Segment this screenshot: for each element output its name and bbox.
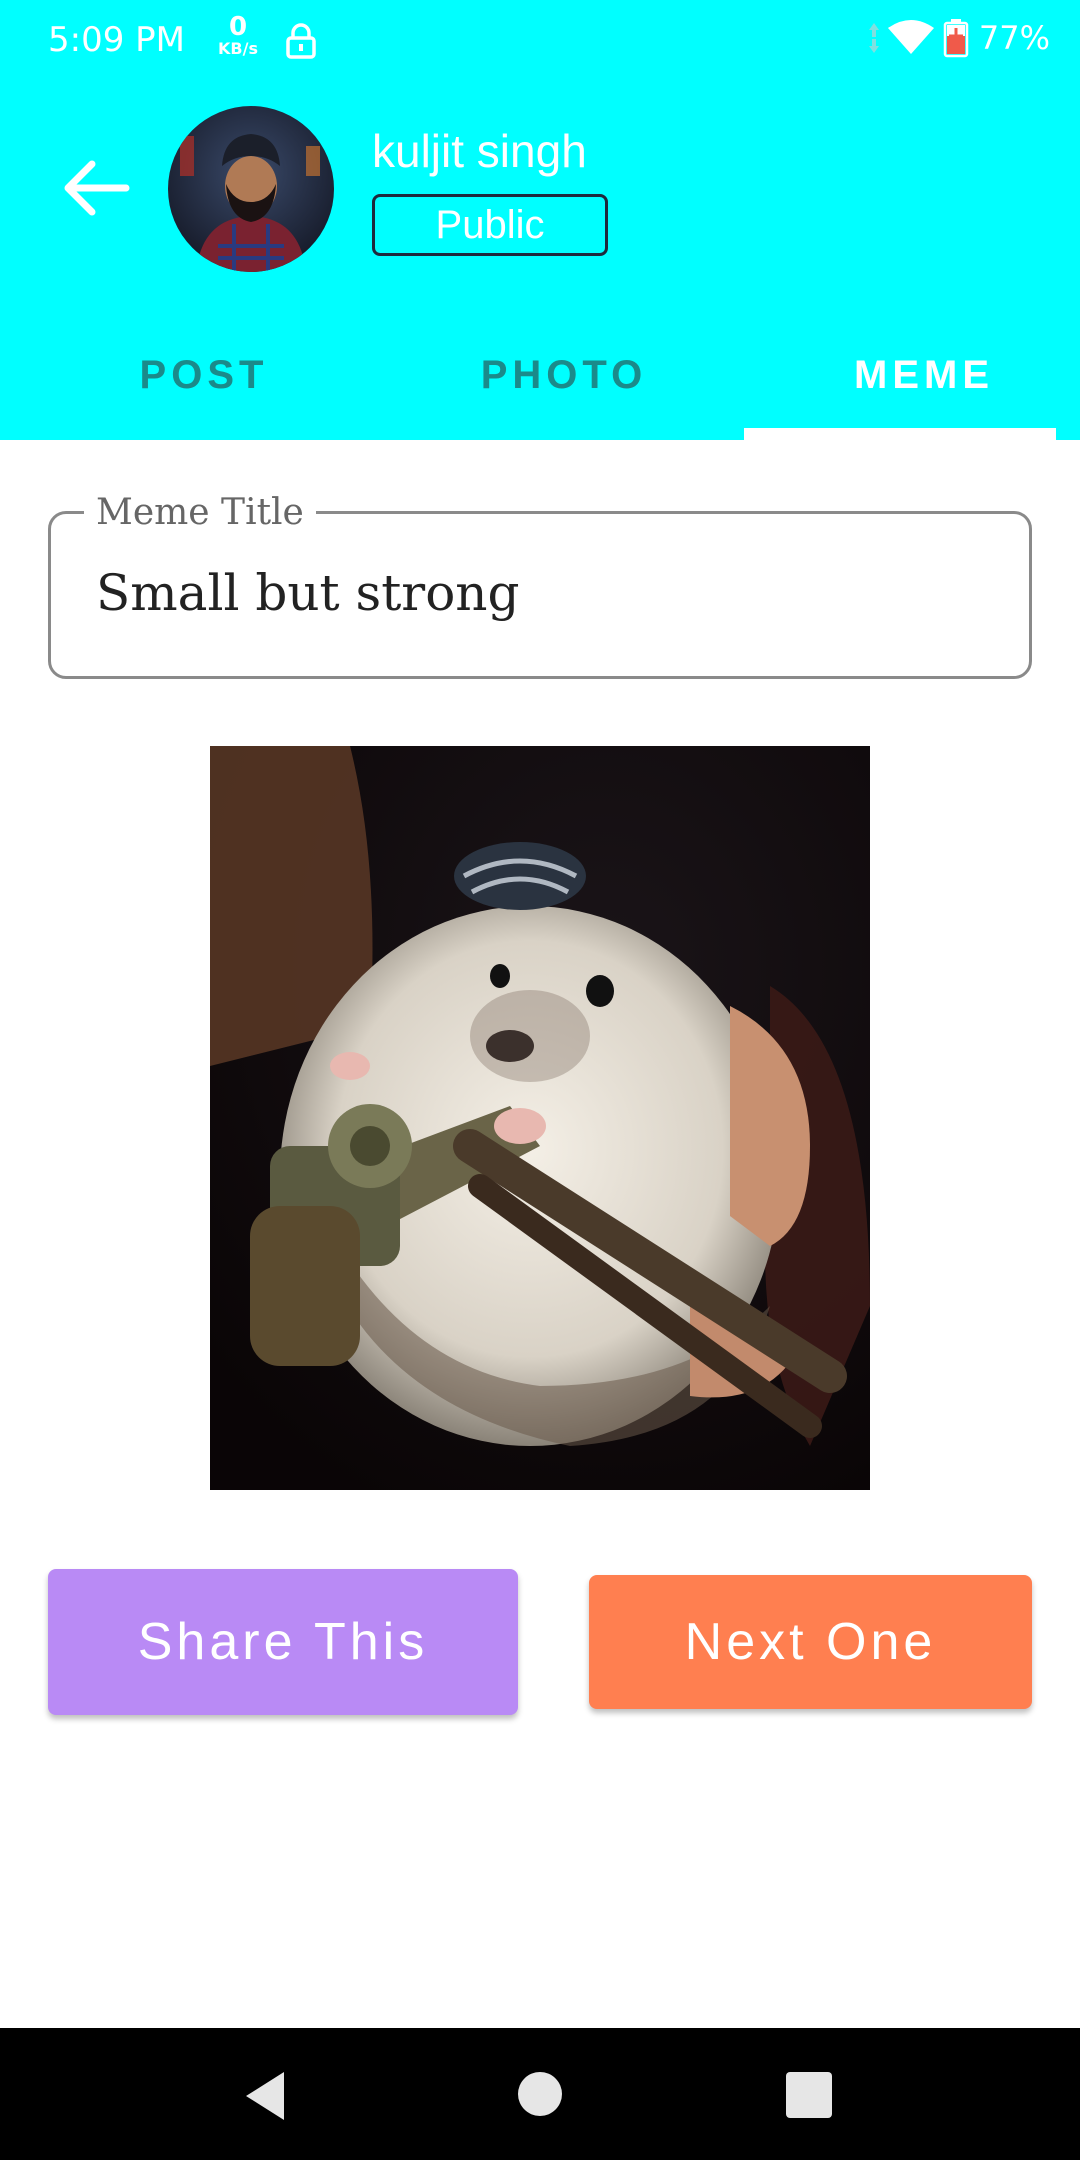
lock-icon (286, 23, 316, 59)
user-name: kuljit singh (372, 125, 587, 177)
share-button[interactable]: Share This (48, 1569, 518, 1715)
nav-back-icon[interactable] (244, 2070, 288, 2122)
tab-photo[interactable]: PHOTO (384, 340, 744, 440)
status-bar: 5:09 PM 0 KB/s 77% (0, 0, 1080, 84)
meme-title-label: Meme Title (84, 492, 316, 533)
avatar-image (168, 106, 334, 272)
tab-post[interactable]: POST (24, 340, 384, 440)
nav-recents-icon[interactable] (786, 2072, 832, 2118)
visibility-badge[interactable]: Public (372, 194, 608, 256)
back-arrow-icon[interactable] (58, 150, 134, 226)
net-speed-value: 0 (228, 12, 248, 42)
battery-charging-icon (943, 19, 969, 58)
next-button[interactable]: Next One (589, 1575, 1032, 1709)
battery-percent: 77% (978, 19, 1050, 57)
meme-image (210, 746, 870, 1490)
nav-home-icon[interactable] (518, 2072, 562, 2116)
status-time: 5:09 PM (48, 20, 185, 60)
tab-bar: POST PHOTO MEME (0, 340, 1080, 440)
status-right: 77% (867, 18, 1050, 58)
meme-title-input[interactable]: Small but strong (96, 564, 520, 622)
tab-meme[interactable]: MEME (744, 340, 1080, 440)
avatar[interactable] (168, 106, 334, 272)
net-speed: 0 KB/s (210, 14, 266, 58)
wifi-icon (887, 20, 934, 54)
active-tab-indicator (744, 428, 1056, 440)
data-arrows-icon (868, 23, 879, 53)
net-speed-unit: KB/s (218, 39, 258, 58)
